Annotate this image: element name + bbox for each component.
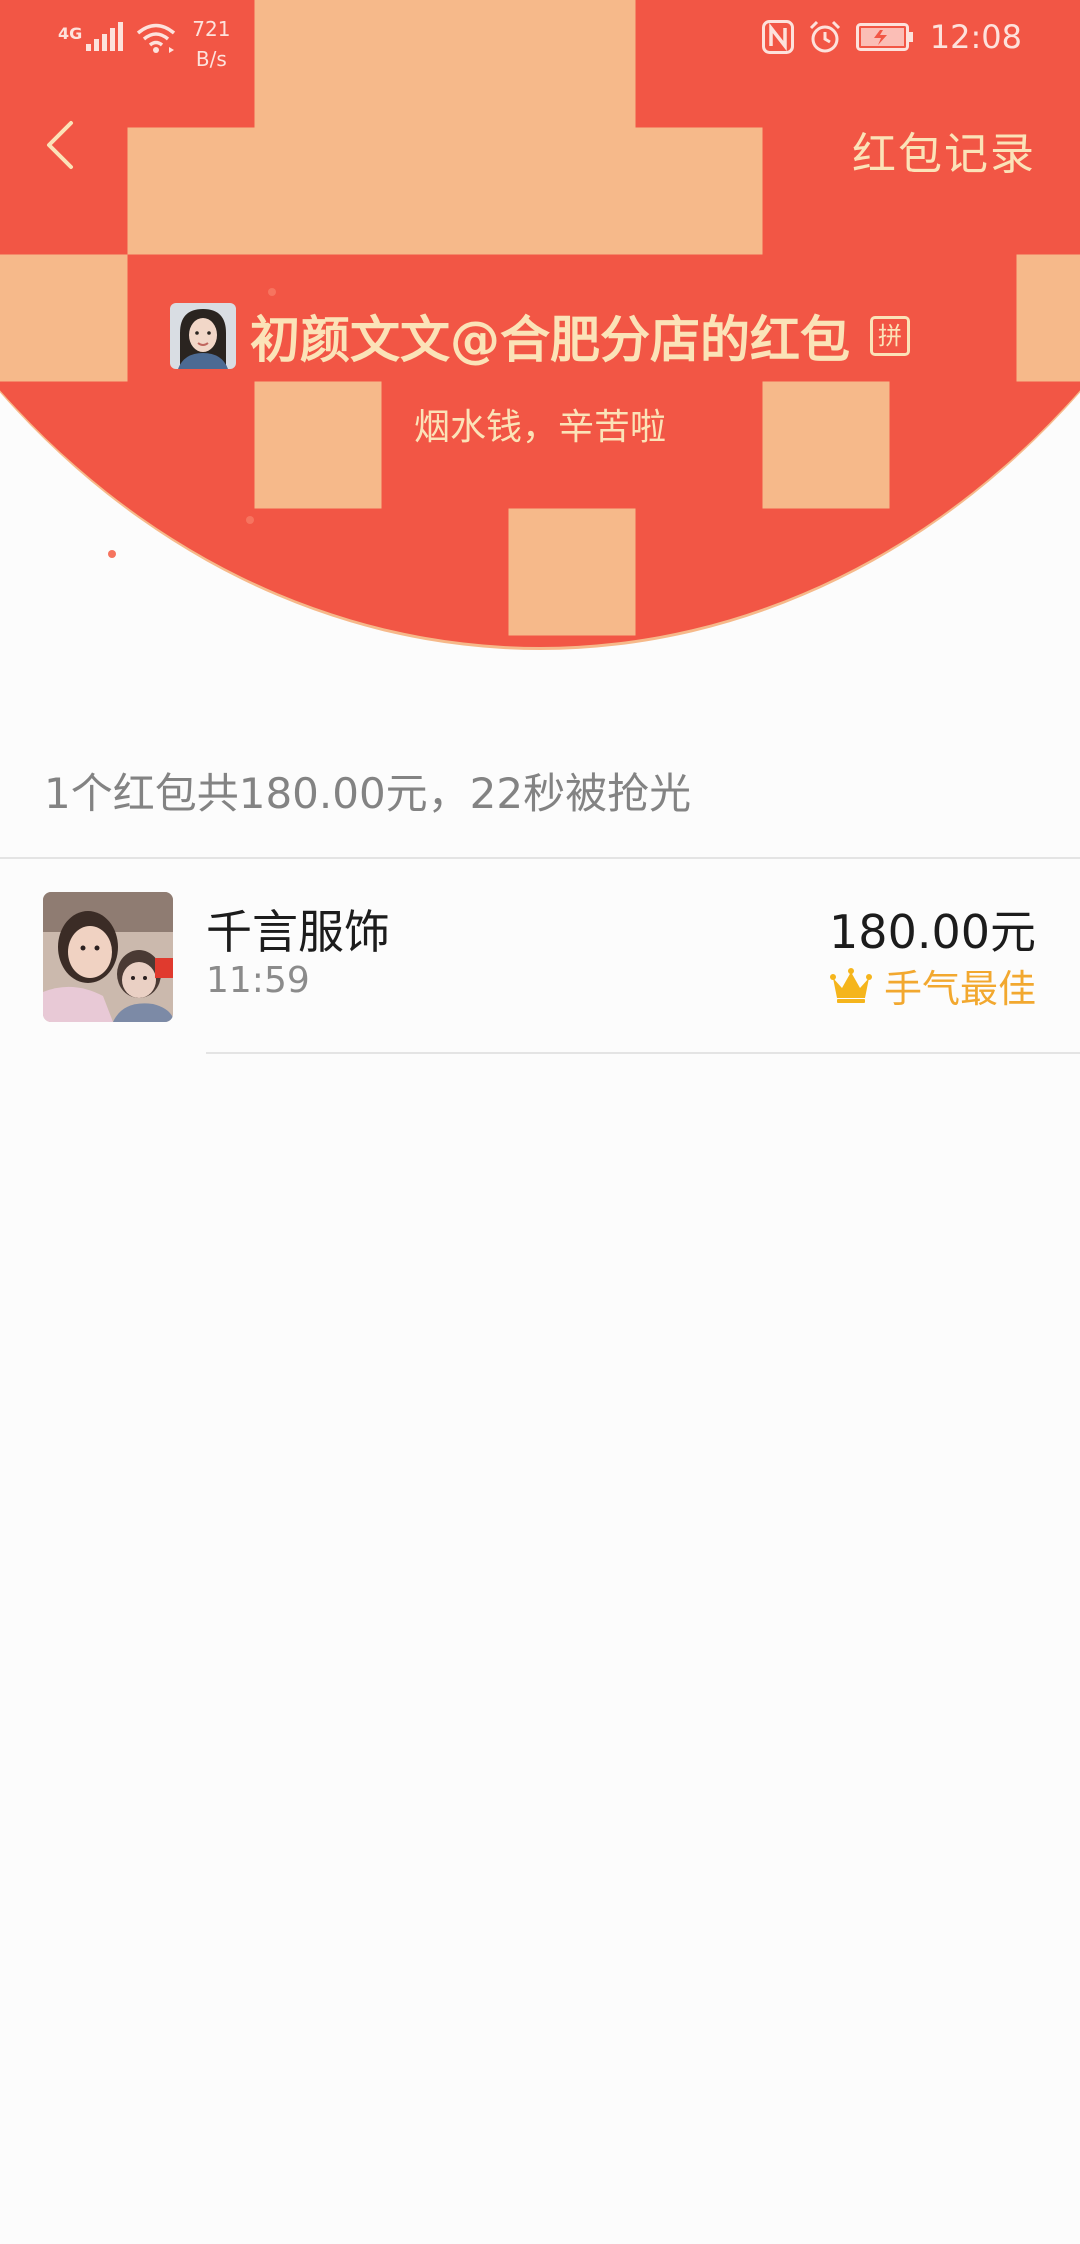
red-packet-records-link[interactable]: 红包记录: [852, 118, 1036, 182]
grabbed-amount: 180.00元: [829, 905, 1036, 959]
status-bar-left: 4G 721 B/s: [58, 14, 230, 74]
pin-badge: 拼: [870, 316, 910, 356]
divider: [0, 857, 1080, 859]
clock: 12:08: [929, 18, 1022, 56]
packet-summary: 1个红包共180.00元，22秒被抢光: [44, 769, 692, 818]
signal-icon: [86, 22, 124, 51]
sparkle-dot: [268, 288, 276, 296]
crown-icon: [829, 967, 872, 1003]
blessing-message: 烟水钱，辛苦啦: [413, 407, 666, 448]
battery-charging-icon: [855, 23, 913, 51]
sender-header: 初颜文文@合肥分店的红包 拼: [0, 300, 1080, 372]
recipient-avatar-image: [43, 892, 173, 1022]
nfc-icon: [761, 20, 794, 54]
sender-avatar[interactable]: [170, 303, 236, 369]
recipient-name: 千言服饰: [206, 905, 390, 959]
best-luck-badge: 手气最佳: [829, 958, 1036, 1013]
network-speed-unit: B/s: [195, 47, 227, 71]
alarm-icon: [809, 20, 840, 53]
row-divider: [206, 1052, 1080, 1054]
sparkle-dot: [108, 550, 116, 558]
back-arrow-icon: [47, 121, 73, 169]
status-bar-right: 12:08: [761, 18, 1022, 56]
recipient-avatar[interactable]: [43, 892, 173, 1022]
record-row[interactable]: 千言服饰 11:59 180.00元 手气最佳: [0, 860, 1080, 1054]
sender-title: 初颜文文@合肥分店的红包: [250, 311, 850, 369]
sender-avatar-image: [170, 303, 236, 369]
network-speed-value: 721: [192, 17, 231, 41]
red-packet-detail-page: 4G 721 B/s 12:08 红包记录 初颜文文@合肥分店的红包 拼 烟水钱…: [0, 0, 1080, 2244]
best-luck-label: 手气最佳: [883, 967, 1036, 1011]
sparkle-dot: [246, 516, 254, 524]
wifi-icon: [137, 23, 176, 53]
network-type: 4G: [58, 24, 83, 43]
status-bar: 4G 721 B/s 12:08: [0, 0, 1080, 80]
grab-time: 11:59: [206, 960, 310, 1001]
back-button[interactable]: [30, 110, 90, 180]
network-speed: 721 B/s: [192, 14, 230, 74]
